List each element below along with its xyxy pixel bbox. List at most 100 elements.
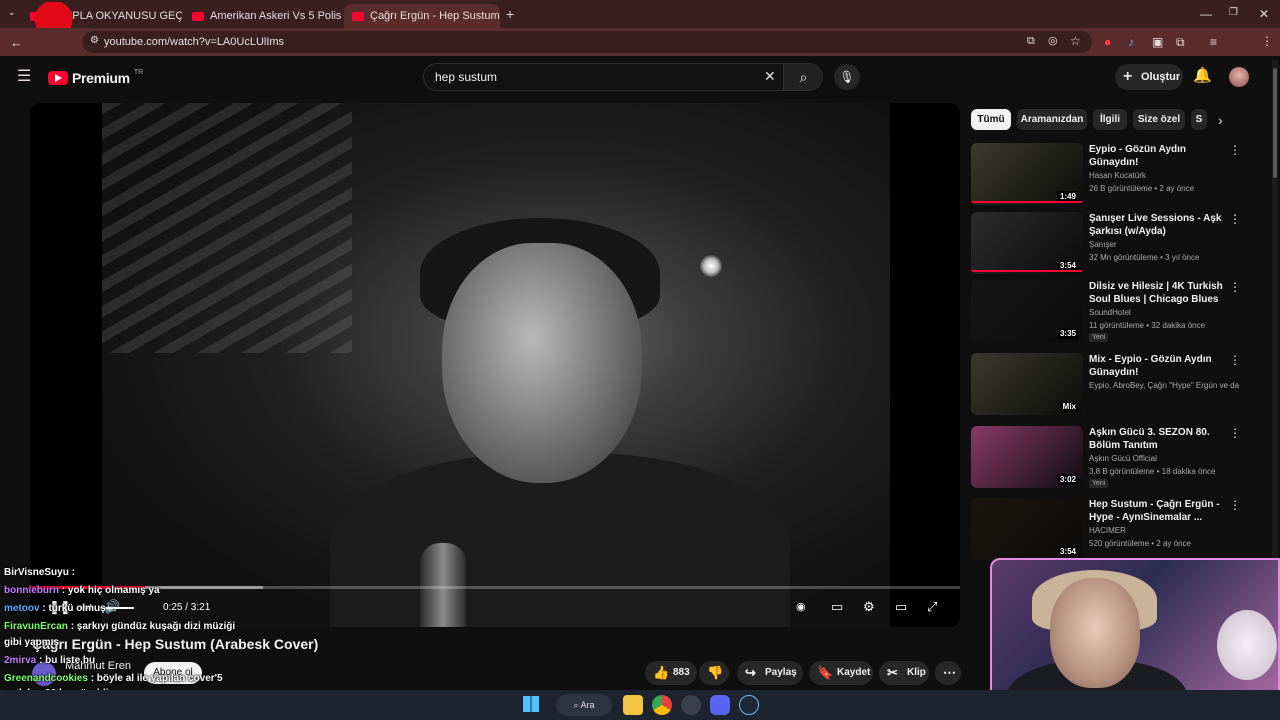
light-stripes bbox=[102, 103, 352, 353]
start-menu-icon[interactable] bbox=[523, 696, 539, 712]
chat-message: bonnieburn : yok hiç olmamış ya bbox=[4, 585, 160, 596]
thumbs-down-icon: 👎 bbox=[707, 665, 724, 680]
tab-3-active[interactable]: Çağrı Ergün - Hep Sustum ( 🔊 ✕ bbox=[344, 4, 500, 28]
recommendation-title[interactable]: Şanışer Live Sessions - Aşk Şarkısı (w/A… bbox=[1089, 212, 1229, 238]
chip-from-search[interactable]: Aramanızdan bbox=[1017, 109, 1087, 130]
youtube-logo[interactable]: Premium TR bbox=[48, 69, 143, 87]
search-icon: ⌕ bbox=[799, 69, 808, 85]
minimize-icon[interactable]: — bbox=[1200, 8, 1212, 20]
extension-red-icon[interactable]: ● bbox=[1104, 36, 1111, 48]
chip-more[interactable]: S bbox=[1191, 109, 1207, 130]
taskbar-search-label: Ara bbox=[580, 700, 595, 710]
steelseries-icon[interactable] bbox=[681, 695, 701, 715]
extensions-icon[interactable]: ⧉ bbox=[1176, 36, 1185, 48]
recommendation-card[interactable]: 3:35 Dilsiz ve Hilesiz | 4K Turkish Soul … bbox=[971, 280, 1261, 344]
close-window-icon[interactable]: ✕ bbox=[1259, 8, 1269, 20]
bookmark-star-icon[interactable]: ☆ bbox=[1070, 35, 1081, 47]
media-control-icon[interactable]: ≡ bbox=[1210, 36, 1217, 48]
tab-2[interactable]: Amerikan Askeri Vs 5 Polis - Yo ✕ bbox=[184, 4, 344, 28]
recommendation-channel[interactable]: Şanışer bbox=[1089, 240, 1239, 249]
more-options-icon[interactable]: ⋮ bbox=[1229, 280, 1241, 294]
notifications-bell-icon[interactable]: 🔔 bbox=[1193, 68, 1212, 83]
dislike-button[interactable]: 👎 bbox=[699, 661, 729, 685]
discord-icon[interactable] bbox=[710, 695, 730, 715]
eye-off-icon[interactable]: ◎ bbox=[1048, 36, 1058, 47]
settings-gear-icon[interactable]: ⚙ bbox=[863, 600, 875, 614]
file-explorer-icon[interactable] bbox=[623, 695, 643, 715]
chevron-right-icon[interactable]: › bbox=[1218, 113, 1223, 127]
more-actions-button[interactable]: ⋯ bbox=[935, 661, 961, 685]
site-info-icon[interactable]: ⚙ bbox=[90, 36, 99, 46]
recommendation-channel[interactable]: SoundHotel bbox=[1089, 308, 1239, 317]
recommendation-channel[interactable]: HACIMER bbox=[1089, 526, 1239, 535]
recommendation-meta: 26 B görüntüleme • 2 ay önce bbox=[1089, 184, 1195, 193]
video-player[interactable] bbox=[30, 103, 960, 627]
create-button[interactable]: + Oluştur bbox=[1115, 64, 1183, 90]
video-thumbnail[interactable]: 3:35 bbox=[971, 280, 1083, 342]
recommendation-title[interactable]: Hep Sustum - Çağrı Ergün - Hype - AynıSi… bbox=[1089, 498, 1229, 524]
extension-puzzle-icon[interactable]: ▣ bbox=[1152, 36, 1163, 48]
share-button[interactable]: ↪ Paylaş bbox=[737, 661, 803, 685]
fullscreen-icon[interactable]: ⤢ bbox=[927, 600, 937, 614]
recommendation-channel[interactable]: Eypio, AbroBey, Çağrı "Hype" Ergün ve da… bbox=[1089, 381, 1239, 390]
subtitles-icon[interactable]: ▭ bbox=[831, 600, 843, 614]
more-options-icon[interactable]: ⋮ bbox=[1229, 426, 1241, 440]
voice-search-button[interactable]: 🎙 bbox=[834, 64, 860, 90]
duration-badge: 3:54 bbox=[1056, 546, 1079, 557]
clear-search-icon[interactable]: ✕ bbox=[764, 69, 776, 83]
browser-menu-icon[interactable]: ⋮ bbox=[1261, 35, 1273, 47]
video-thumbnail[interactable]: 3:54 bbox=[971, 498, 1083, 560]
steam-icon[interactable] bbox=[739, 695, 759, 715]
scrollbar-thumb[interactable] bbox=[1273, 68, 1277, 178]
more-options-icon[interactable]: ⋮ bbox=[1229, 498, 1241, 512]
chip-all[interactable]: Tümü bbox=[971, 109, 1011, 130]
back-arrow-icon[interactable]: ← bbox=[10, 36, 23, 49]
video-thumbnail[interactable]: 1:49 bbox=[971, 143, 1083, 205]
recommendation-channel[interactable]: Aşkın Gücü Official bbox=[1089, 454, 1239, 463]
chat-message: 2mirva : bu liste bu bbox=[4, 655, 95, 666]
save-button[interactable]: 🔖 Kaydet bbox=[809, 661, 873, 685]
chrome-icon[interactable] bbox=[652, 695, 672, 715]
vintage-microphone bbox=[420, 543, 466, 627]
recommendation-title[interactable]: Dilsiz ve Hilesiz | 4K Turkish Soul Blue… bbox=[1089, 280, 1229, 306]
recommendation-card[interactable]: 3:54 Şanışer Live Sessions - Aşk Şarkısı … bbox=[971, 212, 1261, 276]
taskbar-search[interactable]: ⌕ Ara bbox=[556, 694, 612, 716]
new-tab-icon[interactable]: + bbox=[506, 7, 514, 21]
extension-audio-icon[interactable]: ♪ bbox=[1128, 36, 1134, 48]
search-input[interactable]: hep sustum bbox=[423, 63, 823, 91]
recommendation-title[interactable]: Mix - Eypio - Gözün Aydın Günaydın! bbox=[1089, 353, 1229, 379]
duration-badge: 3:35 bbox=[1056, 328, 1079, 339]
duration-badge: Mix bbox=[1059, 401, 1079, 412]
hamburger-menu-icon[interactable]: ☰ bbox=[17, 69, 31, 85]
recommendation-card[interactable]: 3:54 Hep Sustum - Çağrı Ergün - Hype - Ay… bbox=[971, 498, 1261, 562]
more-options-icon[interactable]: ⋮ bbox=[1229, 212, 1241, 226]
autoplay-toggle-icon[interactable]: ◉ bbox=[796, 600, 806, 614]
search-button[interactable]: ⌕ bbox=[783, 64, 823, 90]
tab-list-icon[interactable]: ⌄ bbox=[8, 8, 16, 17]
theater-mode-icon[interactable]: ▭ bbox=[895, 600, 907, 614]
account-avatar[interactable] bbox=[1229, 67, 1249, 87]
restore-icon[interactable]: ❐ bbox=[1229, 8, 1238, 18]
more-options-icon[interactable]: ⋮ bbox=[1229, 353, 1241, 367]
install-app-icon[interactable]: ⧉ bbox=[1027, 36, 1035, 47]
chip-for-you[interactable]: Size özel bbox=[1133, 109, 1185, 130]
like-button[interactable]: 👍 883 bbox=[645, 661, 697, 685]
browser-toolbar: ← ⚙ youtube.com/watch?v=LA0UcLUlIms ⧉ ◎ … bbox=[0, 28, 1280, 76]
video-thumbnail[interactable]: 3:02 bbox=[971, 426, 1083, 488]
recommendation-channel[interactable]: Hasan Kocatürk bbox=[1089, 171, 1239, 180]
clip-button[interactable]: ✂ Klip bbox=[879, 661, 929, 685]
new-badge: Yeni bbox=[1089, 333, 1109, 342]
video-thumbnail[interactable]: 3:54 bbox=[971, 212, 1083, 274]
duration-badge: 3:02 bbox=[1056, 474, 1079, 485]
recommendation-card[interactable]: Mix Mix - Eypio - Gözün Aydın Günaydın! Ey… bbox=[971, 353, 1261, 417]
chat-message: Greenandcookies : böyle al ile yapılan c… bbox=[4, 673, 223, 684]
recommendation-title[interactable]: Aşkın Gücü 3. SEZON 80. Bölüm Tanıtım bbox=[1089, 426, 1229, 452]
chip-related[interactable]: İlgili bbox=[1093, 109, 1127, 130]
more-options-icon[interactable]: ⋮ bbox=[1229, 143, 1241, 157]
recommendation-title[interactable]: Eypio - Gözün Aydın Günaydın! bbox=[1089, 143, 1229, 169]
recommendation-card[interactable]: 1:49 Eypio - Gözün Aydın Günaydın! Hasan K… bbox=[971, 143, 1261, 207]
video-thumbnail[interactable]: Mix bbox=[971, 353, 1083, 415]
chat-message: FiravunErcan : şarkıyı gündüz kuşağı diz… bbox=[4, 621, 235, 632]
address-bar[interactable]: ⚙ youtube.com/watch?v=LA0UcLUlIms ⧉ ◎ ☆ bbox=[82, 31, 1092, 53]
recommendation-card[interactable]: 3:02 Aşkın Gücü 3. SEZON 80. Bölüm Tanıtı… bbox=[971, 426, 1261, 490]
